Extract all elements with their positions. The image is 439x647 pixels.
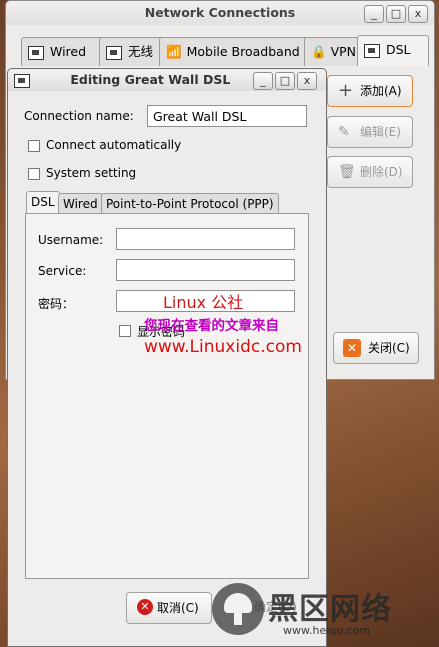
- cancel-icon: ✕: [137, 599, 153, 615]
- dialog-title: Editing Great Wall DSL: [70, 72, 231, 87]
- watermark-line1: Linux 公社: [163, 293, 244, 312]
- network-wired-icon: [28, 45, 44, 60]
- close-button[interactable]: x: [408, 5, 428, 23]
- close-window-button[interactable]: ✕ 关闭(C): [333, 332, 419, 364]
- watermark-corner-small: www.heiqu.com: [283, 624, 371, 637]
- dsl-panel: Username: Service: 密码： 显示密码: [25, 213, 309, 579]
- connect-automatically-checkbox[interactable]: [28, 140, 40, 152]
- tab-ppp[interactable]: Point-to-Point Protocol (PPP): [101, 193, 279, 214]
- cancel-button[interactable]: ✕ 取消(C): [126, 592, 212, 624]
- username-input[interactable]: [116, 228, 295, 250]
- tab-label: Mobile Broadband: [186, 44, 300, 59]
- close-button[interactable]: x: [297, 72, 317, 90]
- watermark-line2: 您现在查看的文章来自: [144, 318, 279, 334]
- system-setting-label: System setting: [46, 166, 137, 180]
- editing-dialog: Editing Great Wall DSL _ □ x Connection …: [7, 68, 327, 647]
- tab-label: 无线: [128, 44, 154, 59]
- connect-automatically-label: Connect automatically: [46, 138, 182, 152]
- password-label: 密码：: [38, 297, 75, 311]
- system-setting-checkbox[interactable]: [28, 168, 40, 180]
- service-label: Service:: [38, 264, 87, 278]
- watermark-site: www.Linuxidc.com: [144, 337, 302, 357]
- close-x-icon: ✕: [343, 339, 361, 357]
- connection-name-input[interactable]: Great Wall DSL: [147, 105, 307, 127]
- edit-icon: ✎: [338, 124, 350, 140]
- minimize-button[interactable]: _: [364, 5, 384, 23]
- show-password-checkbox[interactable]: [119, 325, 131, 337]
- tab-wired[interactable]: Wired: [58, 193, 103, 214]
- tab-wireless[interactable]: 无线: [99, 37, 168, 66]
- tab-mobile-broadband[interactable]: 📶 Mobile Broadband: [159, 37, 313, 66]
- heiqu-logo-icon: [212, 583, 264, 635]
- tab-wired[interactable]: Wired: [21, 37, 105, 66]
- network-wired-icon: [106, 45, 122, 60]
- plus-icon: +: [338, 80, 354, 101]
- close-label: 关闭(C): [368, 341, 410, 355]
- lock-icon: 🔒: [311, 44, 327, 59]
- connection-name-label: Connection name:: [24, 109, 134, 123]
- edit-label: 编辑(E): [360, 125, 401, 139]
- tab-label: DSL: [386, 42, 411, 57]
- network-wired-icon: [14, 73, 30, 88]
- service-input[interactable]: [116, 259, 295, 281]
- watermark-corner-big: 黑区网络: [268, 592, 392, 627]
- maximize-button[interactable]: □: [386, 5, 406, 23]
- delete-button[interactable]: 🗑 删除(D): [327, 156, 413, 188]
- delete-label: 删除(D): [360, 165, 403, 179]
- add-button[interactable]: + 添加(A): [327, 75, 413, 107]
- tab-label: Wired: [50, 44, 87, 59]
- tab-dsl[interactable]: DSL: [357, 35, 429, 66]
- edit-button[interactable]: ✎ 编辑(E): [327, 116, 413, 148]
- cancel-label: 取消(C): [157, 601, 199, 615]
- username-label: Username:: [38, 233, 104, 247]
- tab-label: VPN: [330, 44, 357, 59]
- add-label: 添加(A): [360, 84, 402, 98]
- antenna-icon: 📶: [166, 44, 182, 59]
- minimize-button[interactable]: _: [253, 72, 273, 90]
- network-wired-icon: [364, 43, 380, 58]
- tab-dsl[interactable]: DSL: [26, 191, 60, 214]
- trash-icon: 🗑: [338, 164, 356, 180]
- maximize-button[interactable]: □: [275, 72, 295, 90]
